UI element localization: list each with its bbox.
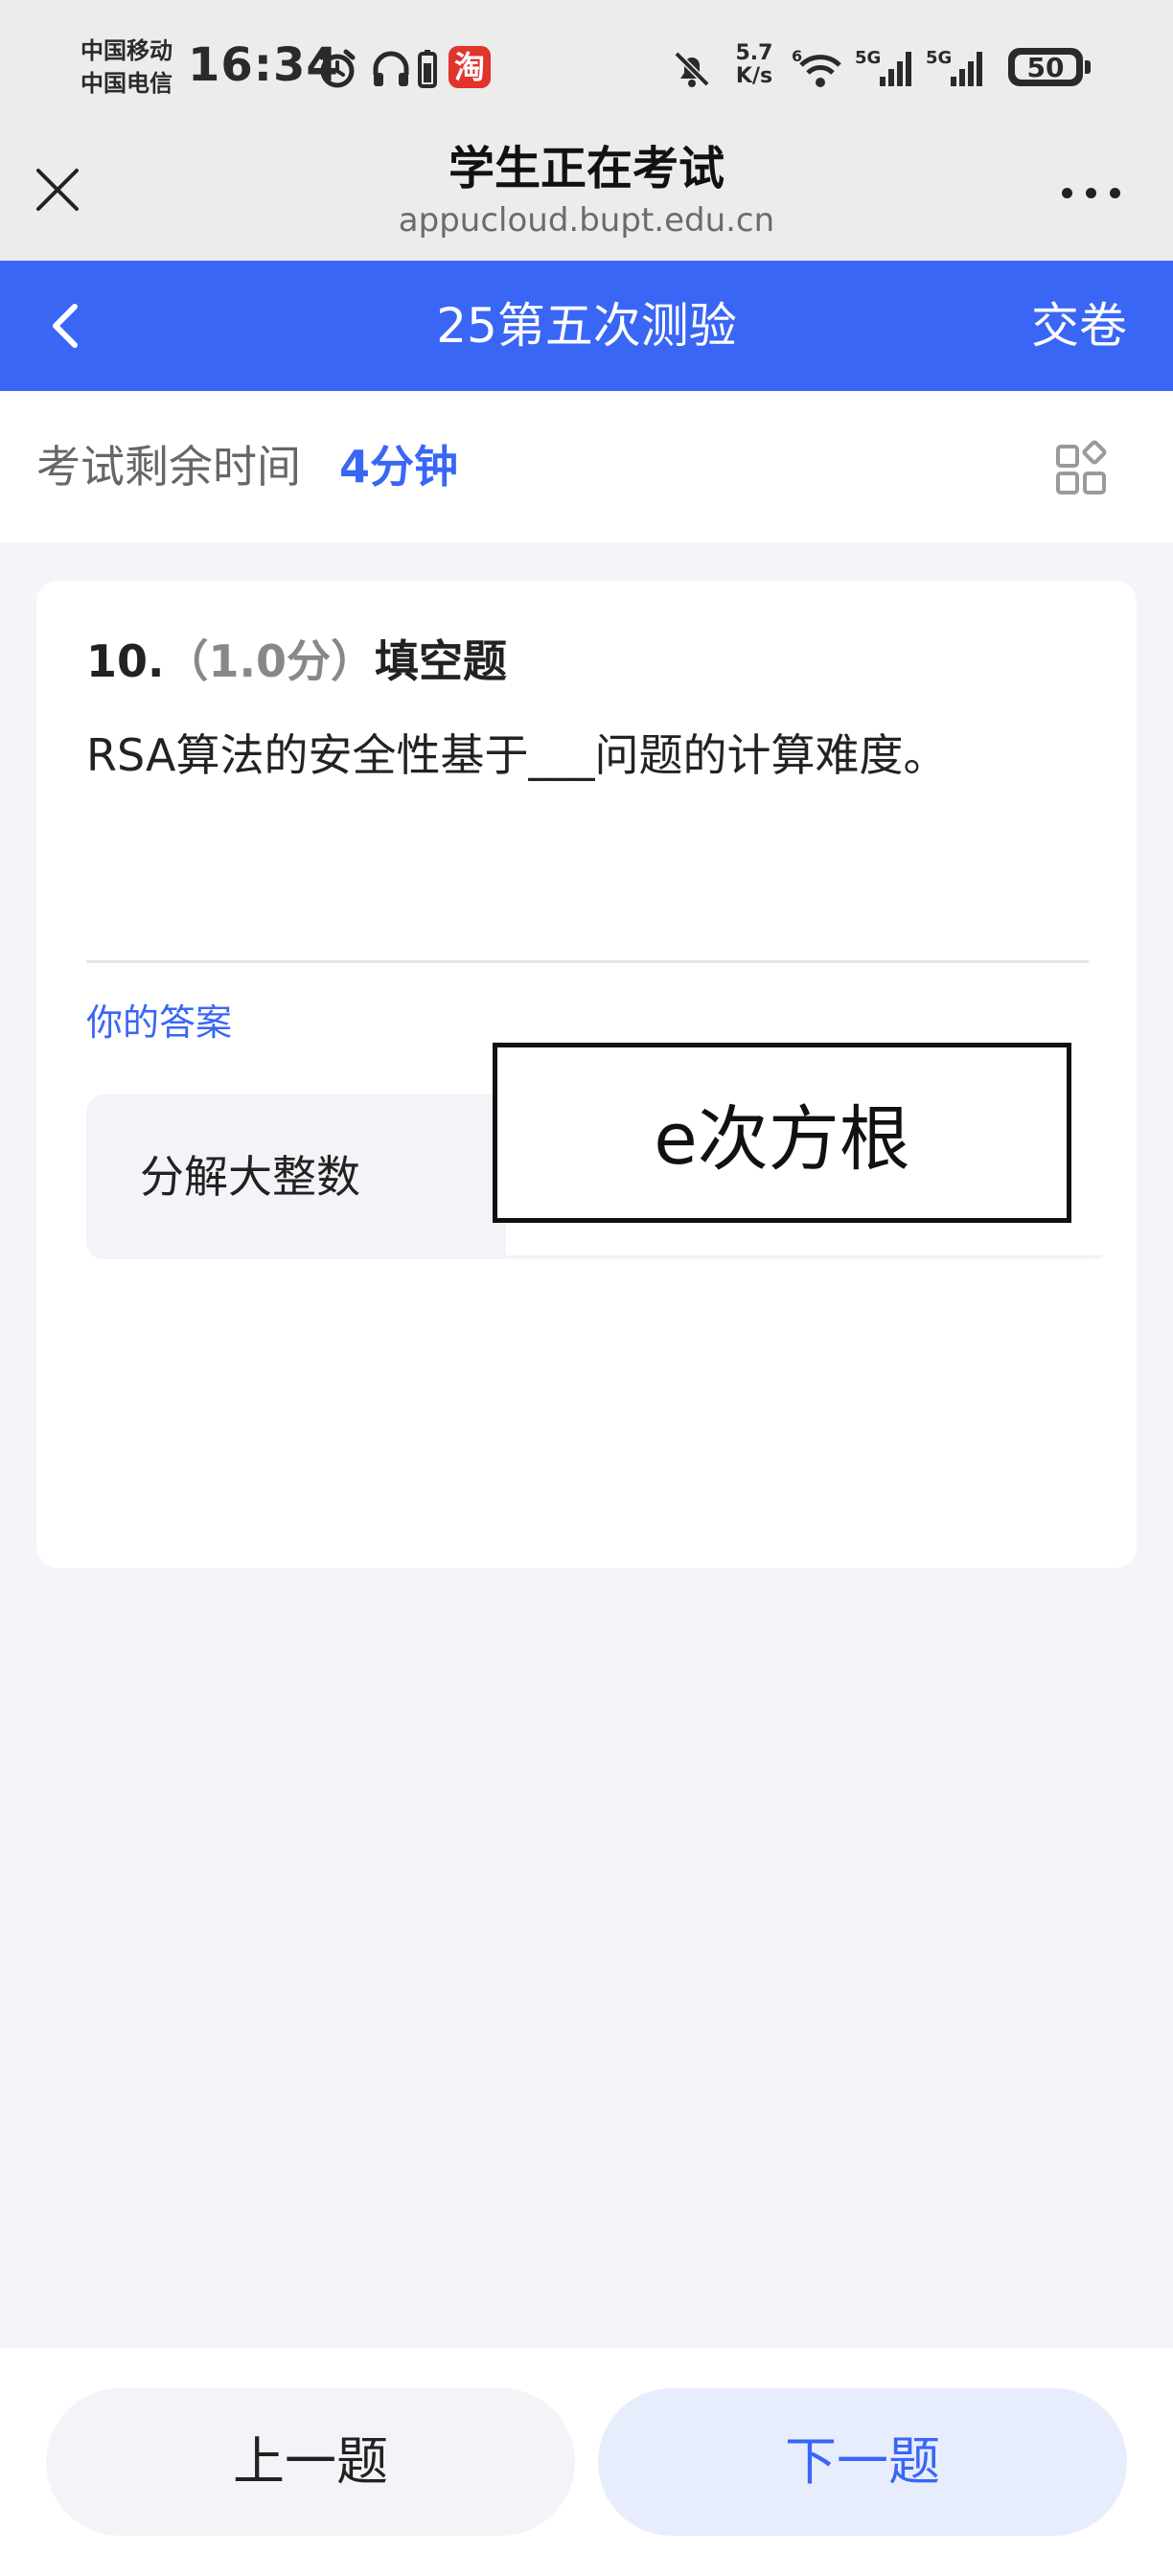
submit-exam-button[interactable]: 交卷 <box>1031 261 1127 391</box>
battery-small-icon <box>418 50 437 88</box>
net-speed-value: 5.7 <box>735 41 773 65</box>
battery-icon: 50 <box>1008 48 1083 86</box>
taobao-icon: 淘 <box>448 46 491 88</box>
net-speed-unit: K/s <box>735 64 773 88</box>
next-question-button[interactable]: 下一题 <box>598 2388 1127 2536</box>
prev-question-button[interactable]: 上一题 <box>46 2388 575 2536</box>
net-speed: 5.7 K/s <box>730 42 778 88</box>
carrier-names: 中国移动 中国电信 <box>80 34 172 100</box>
annotation-text: e次方根 <box>654 1097 910 1181</box>
signal-icon: 5G <box>855 48 911 86</box>
answer-value: 分解大整数 <box>140 1151 360 1203</box>
page-url: appucloud.bupt.edu.cn <box>398 201 775 240</box>
page-title: 学生正在考试 <box>448 142 724 196</box>
question-score: （1.0分） <box>164 635 376 687</box>
headphones-icon <box>373 51 409 86</box>
chevron-left-icon[interactable] <box>38 295 96 356</box>
question-header: 10.（1.0分）填空题 <box>86 631 507 692</box>
status-bar: 中国移动 中国电信 16:34 淘 5.7 K/s 6 5G 5G 50 <box>0 0 1173 134</box>
app-nav-bar: 25第五次测验 交卷 <box>0 261 1173 391</box>
sim-2-label: 5G <box>926 48 952 68</box>
exam-title: 25第五次测验 <box>436 298 737 354</box>
question-type: 填空题 <box>375 635 507 687</box>
close-icon[interactable] <box>29 161 86 218</box>
timer-row: 考试剩余时间 4分钟 <box>0 391 1173 542</box>
mute-bell-icon <box>674 51 710 87</box>
annotation-box: e次方根 <box>493 1043 1071 1223</box>
divider <box>86 960 1089 963</box>
carrier-2: 中国电信 <box>80 70 172 97</box>
question-text: RSA算法的安全性基于___问题的计算难度。 <box>86 729 948 781</box>
timer-value: 4分钟 <box>339 441 459 493</box>
alarm-icon <box>319 49 356 88</box>
timer-label: 考试剩余时间 <box>36 441 301 493</box>
answer-label: 你的答案 <box>86 1001 233 1044</box>
browser-header: 学生正在考试 appucloud.bupt.edu.cn <box>0 134 1173 261</box>
carrier-1: 中国移动 <box>80 37 172 64</box>
question-grid-icon[interactable] <box>1054 439 1112 496</box>
more-icon[interactable] <box>1058 182 1125 205</box>
battery-level: 50 <box>1026 51 1065 83</box>
sim-1-label: 5G <box>855 48 881 68</box>
browser-title-block: 学生正在考试 appucloud.bupt.edu.cn <box>192 134 981 242</box>
question-number: 10. <box>86 635 165 687</box>
bottom-nav-bar: 上一题 下一题 <box>0 2348 1173 2576</box>
wifi-icon: 6 <box>792 48 841 87</box>
signal-icon: 5G <box>926 48 982 86</box>
